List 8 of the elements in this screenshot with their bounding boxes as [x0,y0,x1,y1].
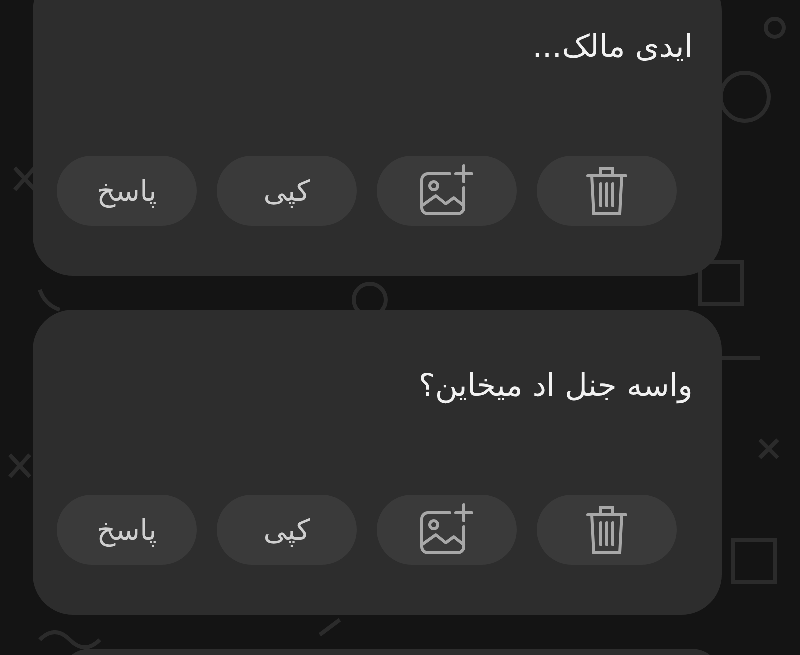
copy-button[interactable]: کپی [217,156,357,226]
reply-button[interactable]: پاسخ [57,495,197,565]
copy-button[interactable]: کپی [217,495,357,565]
message-text: واسه جنل اد میخاین؟ [418,367,693,406]
add-image-icon [418,503,476,557]
reply-button[interactable]: پاسخ [57,156,197,226]
add-image-icon [418,164,476,218]
message-text: ایدی مالک... [532,28,693,67]
